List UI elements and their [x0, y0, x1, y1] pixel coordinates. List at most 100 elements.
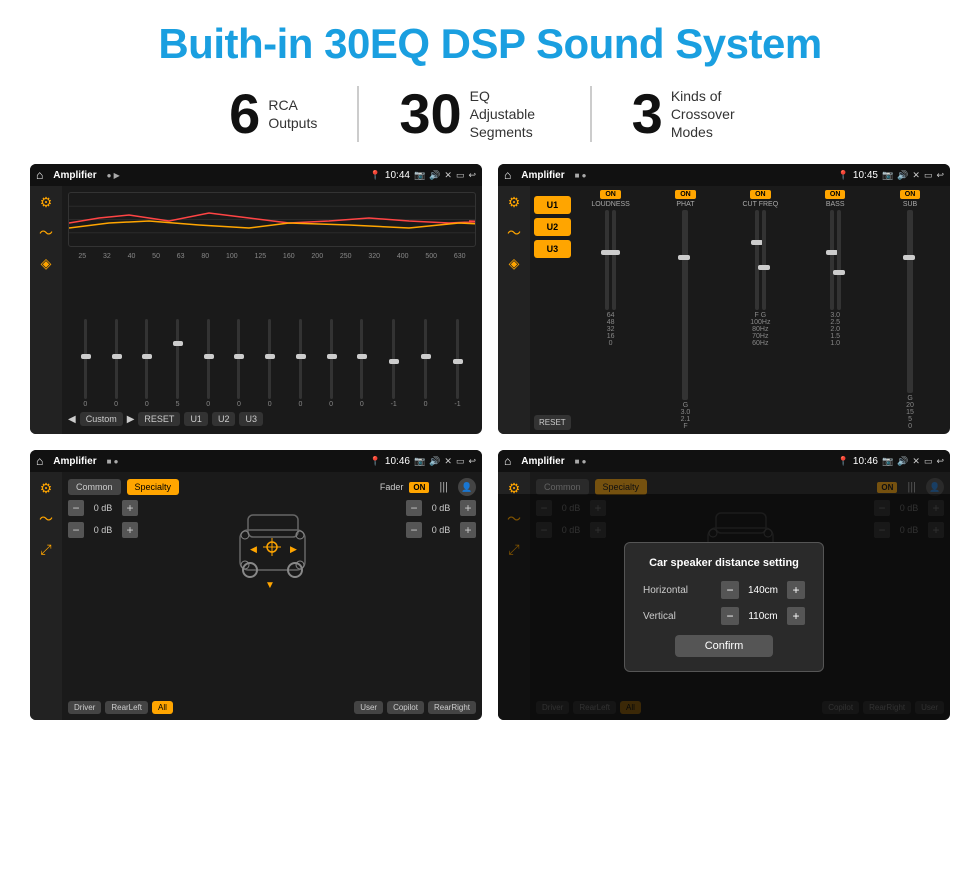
stat-eq-number: 30 — [399, 86, 461, 142]
copilot-btn[interactable]: Copilot — [387, 701, 424, 714]
home-icon-3[interactable]: ⌂ — [36, 454, 43, 468]
svg-text:◀: ◀ — [250, 544, 257, 554]
screen-eq: ⌂ Amplifier ● ▶ 📍 10:44 📷 🔊 ✕ ▭ ↩ ⚙ 〜 ◈ — [30, 164, 482, 434]
eq-reset-btn[interactable]: RESET — [138, 412, 180, 426]
all-btn[interactable]: All — [152, 701, 173, 714]
bottom-row-btns: Driver RearLeft All User Copilot RearRig… — [68, 701, 476, 714]
back-icon-4[interactable]: ↩ — [936, 456, 944, 467]
eq-play-btn[interactable]: ▶ — [127, 414, 135, 425]
close-icon-4: ✕ — [912, 456, 920, 467]
slider-12: 0 — [424, 264, 428, 408]
driver-btn[interactable]: Driver — [68, 701, 101, 714]
vertical-plus-btn[interactable]: + — [787, 607, 805, 625]
screen1-status-dots: ● ▶ — [107, 171, 120, 180]
specialty-tab[interactable]: Specialty — [127, 479, 180, 495]
user-btn[interactable]: User — [354, 701, 383, 714]
sub-on[interactable]: ON — [900, 190, 921, 199]
fader-label: Fader — [380, 482, 404, 492]
phat-on[interactable]: ON — [675, 190, 696, 199]
wave-icon-2[interactable]: 〜 — [507, 223, 521, 243]
screen4-content: ⚙ 〜 ⤢ Common Specialty ON ||| 👤 — [498, 472, 950, 720]
wave-icon[interactable]: 〜 — [39, 223, 53, 243]
home-icon-2[interactable]: ⌂ — [504, 168, 511, 182]
home-icon-4[interactable]: ⌂ — [504, 454, 511, 468]
freq-100: 100 — [226, 253, 238, 260]
home-icon[interactable]: ⌂ — [36, 168, 43, 182]
slider-4: 5 — [176, 264, 180, 408]
bass-label: BASS — [826, 201, 845, 208]
reset-btn-amp2[interactable]: RESET — [534, 415, 571, 430]
vol-row-3: − 0 dB + — [406, 500, 476, 516]
fader-left-panel: − 0 dB + − 0 dB + — [68, 500, 222, 697]
vertical-minus-btn[interactable]: − — [721, 607, 739, 625]
location-icon-2: 📍 — [838, 170, 849, 181]
freq-32: 32 — [103, 253, 111, 260]
eq-u1-btn[interactable]: U1 — [184, 412, 208, 426]
common-tab-4: Common — [536, 479, 589, 495]
eq-u3-btn[interactable]: U3 — [239, 412, 263, 426]
rearleft-btn[interactable]: RearLeft — [105, 701, 148, 714]
loudness-on[interactable]: ON — [600, 190, 621, 199]
vol3-plus[interactable]: + — [460, 500, 476, 516]
eq-custom-btn[interactable]: Custom — [80, 412, 123, 426]
u3-btn[interactable]: U3 — [534, 240, 571, 258]
car-diagram: ▼ ◀ ▶ — [230, 500, 315, 585]
stat-crossover-label: Kinds ofCrossover Modes — [671, 87, 751, 142]
vol4-plus[interactable]: + — [460, 522, 476, 538]
rearright-btn[interactable]: RearRight — [428, 701, 476, 714]
location-icon: 📍 — [370, 170, 381, 181]
eq-icon-3[interactable]: ⚙ — [40, 480, 53, 497]
horizontal-minus-btn[interactable]: − — [721, 581, 739, 599]
close-icon-3: ✕ — [444, 456, 452, 467]
volume-icon-3: 🔊 — [429, 456, 440, 467]
eq-channels-area: ON LOUDNESS 644832160 O — [575, 190, 946, 430]
screens-grid: ⌂ Amplifier ● ▶ 📍 10:44 📷 🔊 ✕ ▭ ↩ ⚙ 〜 ◈ — [30, 164, 950, 720]
cutfreq-on[interactable]: ON — [750, 190, 771, 199]
eq-icon-2[interactable]: ⚙ — [508, 194, 521, 211]
freq-630: 630 — [454, 253, 466, 260]
camera-icon-4: 📷 — [882, 456, 893, 467]
location-icon-4: 📍 — [838, 456, 849, 467]
screen2-status-dots: ■ ● — [575, 171, 587, 180]
eq-u2-btn[interactable]: U2 — [212, 412, 236, 426]
common-tab[interactable]: Common — [68, 479, 121, 495]
speaker-icon-2[interactable]: ◈ — [509, 255, 520, 272]
vol2-plus[interactable]: + — [122, 522, 138, 538]
u1-btn[interactable]: U1 — [534, 196, 571, 214]
freq-500: 500 — [425, 253, 437, 260]
volume-icon-2: 🔊 — [897, 170, 908, 181]
speaker-icon[interactable]: ◈ — [41, 255, 52, 272]
vol1-plus[interactable]: + — [122, 500, 138, 516]
wave-icon-3[interactable]: 〜 — [39, 509, 53, 529]
back-icon-2[interactable]: ↩ — [936, 170, 944, 181]
vol4-minus[interactable]: − — [406, 522, 422, 538]
camera-icon-3: 📷 — [414, 456, 425, 467]
slider-11: -1 — [391, 264, 397, 408]
slider-13: -1 — [454, 264, 460, 408]
vol2-minus[interactable]: − — [68, 522, 84, 538]
confirm-btn[interactable]: Confirm — [675, 635, 774, 657]
vol3-minus[interactable]: − — [406, 500, 422, 516]
screen2-content: ⚙ 〜 ◈ U1 U2 U3 RESET ON LOU — [498, 186, 950, 434]
car-svg: ▼ ◀ ▶ — [230, 500, 315, 590]
slider-3: 0 — [145, 264, 149, 408]
vol1-minus[interactable]: − — [68, 500, 84, 516]
dialog-title: Car speaker distance setting — [643, 557, 805, 569]
screen4-time: 10:46 — [853, 456, 878, 467]
eq-bottom-bar: ◀ Custom ▶ RESET U1 U2 U3 — [68, 408, 476, 428]
back-icon-3[interactable]: ↩ — [468, 456, 476, 467]
back-icon[interactable]: ↩ — [468, 170, 476, 181]
bass-on[interactable]: ON — [825, 190, 846, 199]
expand-icon[interactable]: ⤢ — [40, 541, 51, 558]
battery-icon-4: ▭ — [924, 456, 933, 467]
eq-prev-btn[interactable]: ◀ — [68, 414, 76, 425]
screen3-time: 10:46 — [385, 456, 410, 467]
eq-icon[interactable]: ⚙ — [40, 194, 53, 211]
vol2-value: 0 dB — [88, 525, 118, 535]
slider-9: 0 — [329, 264, 333, 408]
horizontal-plus-btn[interactable]: + — [787, 581, 805, 599]
freq-labels: 25 32 40 50 63 80 100 125 160 200 250 32… — [68, 253, 476, 260]
u2-btn[interactable]: U2 — [534, 218, 571, 236]
vertical-row: Vertical − 110cm + — [643, 607, 805, 625]
stat-crossover: 3 Kinds ofCrossover Modes — [592, 86, 791, 142]
